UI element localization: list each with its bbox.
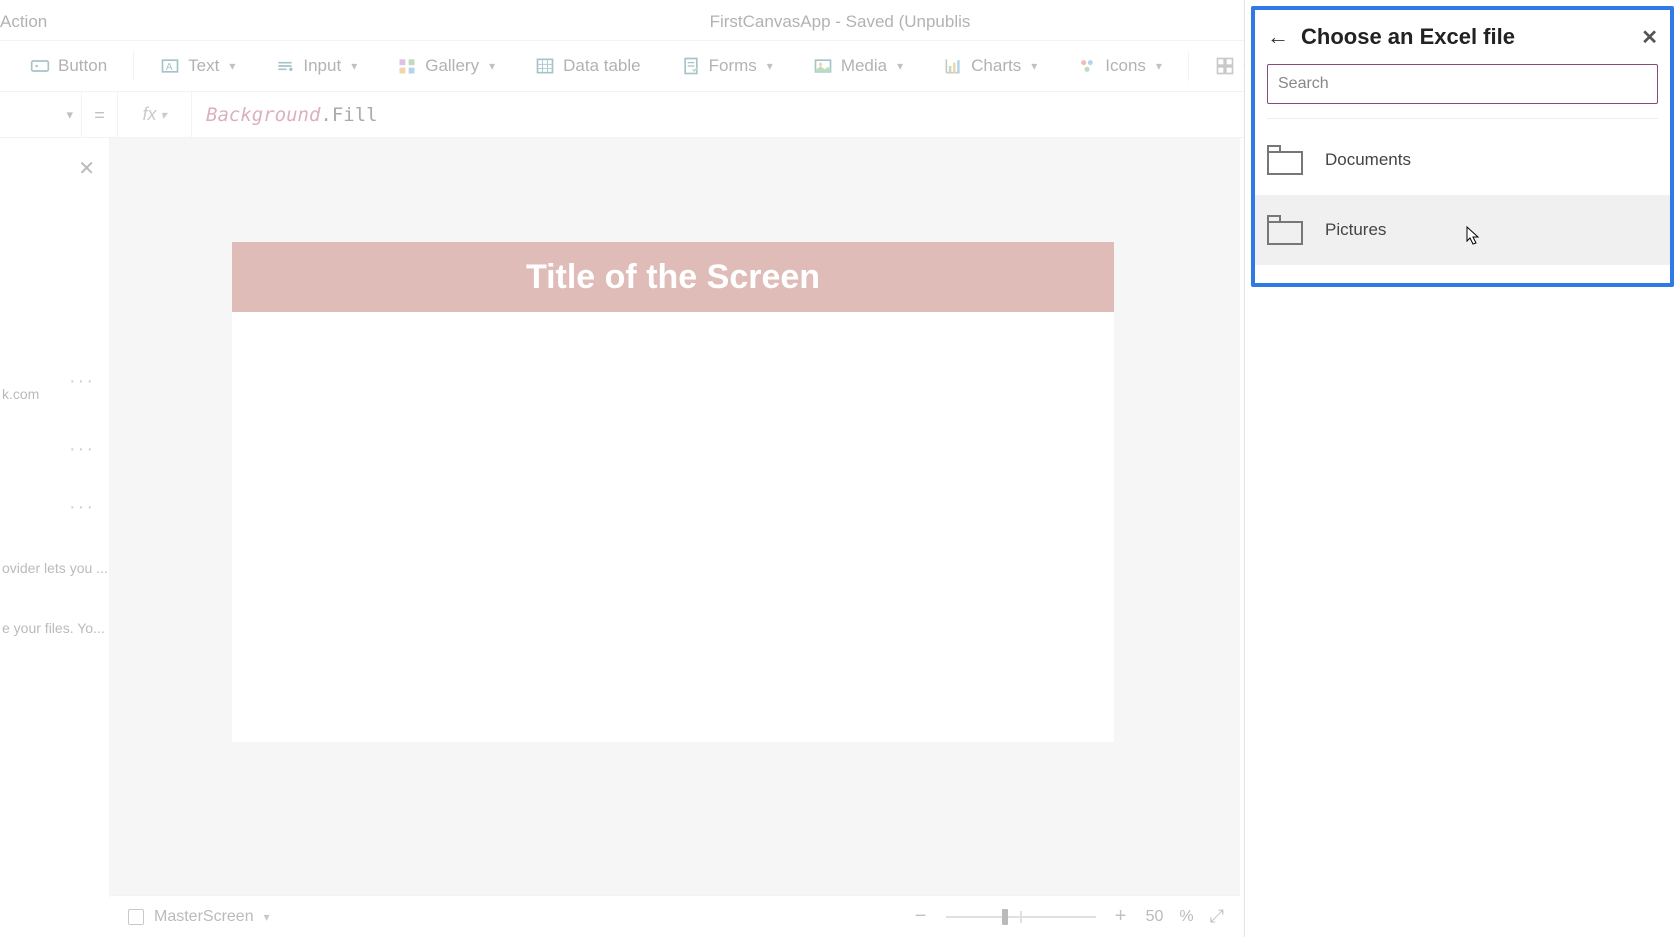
folder-label: Documents [1325, 150, 1411, 170]
chevron-down-icon: ▾ [1156, 59, 1162, 73]
expand-icon[interactable]: ⤢ [1210, 906, 1224, 927]
ribbon-label: Gallery [425, 56, 479, 76]
chevron-down-icon[interactable]: ▾ [264, 910, 270, 924]
icons-icon [1077, 56, 1097, 76]
ribbon-separator [133, 51, 134, 81]
formula-input[interactable]: Background.Fill [192, 104, 378, 126]
zoom-percent: % [1179, 908, 1193, 926]
ribbon-separator [1188, 51, 1189, 81]
left-panel-item[interactable]: ovider lets you ... [0, 560, 109, 576]
chevron-down-icon: ▾ [229, 59, 235, 73]
folder-pictures[interactable]: Pictures [1255, 195, 1670, 265]
ribbon-forms-dropdown[interactable]: Forms ▾ [663, 50, 791, 82]
ribbon-text-dropdown[interactable]: A Text ▾ [142, 50, 253, 82]
input-icon [275, 56, 295, 76]
chevron-down-icon: ▾ [767, 59, 773, 73]
app-title: FirstCanvasApp - Saved (Unpublis [710, 12, 971, 32]
equals-label: = [82, 92, 118, 138]
search-wrapper [1255, 64, 1670, 118]
button-icon [30, 56, 50, 76]
chevron-down-icon: ▾ [351, 59, 357, 73]
charts-icon [943, 56, 963, 76]
panel-header: ← Choose an Excel file ✕ [1255, 10, 1670, 64]
folder-label: Pictures [1325, 220, 1386, 240]
action-menu[interactable]: Action [0, 12, 47, 32]
screen-title-bar[interactable]: Title of the Screen [232, 242, 1114, 312]
chevron-down-icon: ▾ [489, 59, 495, 73]
choose-excel-file-panel: ← Choose an Excel file ✕ Documents Pictu… [1244, 0, 1680, 937]
ribbon-label: Input [303, 56, 341, 76]
back-arrow-icon[interactable]: ← [1267, 24, 1289, 50]
ribbon-label: Charts [971, 56, 1021, 76]
status-bar: MasterScreen ▾ − + 50 % ⤢ [110, 895, 1240, 937]
more-icon[interactable]: ··· [69, 370, 95, 393]
custom-icon [1215, 56, 1235, 76]
ribbon-input-dropdown[interactable]: Input ▾ [257, 50, 375, 82]
ribbon-label: Text [188, 56, 219, 76]
folder-icon [1267, 145, 1303, 175]
fx-label: fx [142, 104, 156, 125]
panel-highlight-box: ← Choose an Excel file ✕ Documents Pictu… [1251, 6, 1674, 287]
ribbon-label: Button [58, 56, 107, 76]
ribbon-gallery-dropdown[interactable]: Gallery ▾ [379, 50, 513, 82]
more-icon[interactable]: ··· [69, 438, 95, 461]
chevron-down-icon: ▾ [66, 107, 73, 123]
ribbon-icons-dropdown[interactable]: Icons ▾ [1059, 50, 1180, 82]
left-panel-item[interactable]: e your files. Yo... [0, 620, 109, 636]
slider-tick [1020, 911, 1022, 923]
ribbon-label: Icons [1105, 56, 1146, 76]
canvas-area[interactable]: Title of the Screen [110, 138, 1240, 898]
ribbon-media-dropdown[interactable]: Media ▾ [795, 50, 921, 82]
forms-icon [681, 56, 701, 76]
text-icon: A [160, 56, 180, 76]
panel-title: Choose an Excel file [1301, 24, 1641, 50]
search-input[interactable] [1267, 64, 1658, 104]
zoom-value: 50 [1146, 908, 1164, 926]
close-icon[interactable]: ✕ [1641, 25, 1658, 50]
chevron-down-icon: ▾ [897, 59, 903, 73]
zoom-in-button[interactable]: + [1112, 905, 1130, 928]
datatable-icon [535, 56, 555, 76]
chevron-down-icon: ▾ [160, 108, 166, 122]
ribbon-charts-dropdown[interactable]: Charts ▾ [925, 50, 1055, 82]
divider [1267, 118, 1658, 119]
property-selector[interactable]: ▾ [0, 92, 82, 138]
ribbon-datatable-button[interactable]: Data table [517, 50, 659, 82]
fx-button[interactable]: fx ▾ [118, 92, 192, 138]
left-panel: ✕ k.com ··· ··· ··· ovider lets you ... … [0, 138, 110, 898]
mouse-cursor-icon [1466, 226, 1480, 246]
more-icon[interactable]: ··· [69, 496, 95, 519]
svg-text:A: A [166, 62, 173, 73]
close-icon[interactable]: ✕ [78, 156, 95, 181]
zoom-out-button[interactable]: − [912, 905, 930, 928]
ribbon-label: Data table [563, 56, 641, 76]
folder-icon [1267, 215, 1303, 245]
screen-title-text: Title of the Screen [526, 258, 820, 297]
screen-name-label[interactable]: MasterScreen [154, 908, 254, 926]
ribbon-button-button[interactable]: Button [12, 50, 125, 82]
formula-token-property: .Fill [320, 104, 377, 126]
checkbox[interactable] [128, 909, 144, 925]
slider-thumb[interactable] [1002, 909, 1008, 925]
canvas-screen[interactable]: Title of the Screen [232, 242, 1114, 742]
ribbon-label: Forms [709, 56, 757, 76]
gallery-icon [397, 56, 417, 76]
media-icon [813, 56, 833, 76]
folder-documents[interactable]: Documents [1255, 125, 1670, 195]
ribbon-label: Media [841, 56, 887, 76]
formula-token-object: Background [206, 104, 320, 126]
chevron-down-icon: ▾ [1031, 59, 1037, 73]
zoom-slider[interactable] [946, 907, 1096, 927]
